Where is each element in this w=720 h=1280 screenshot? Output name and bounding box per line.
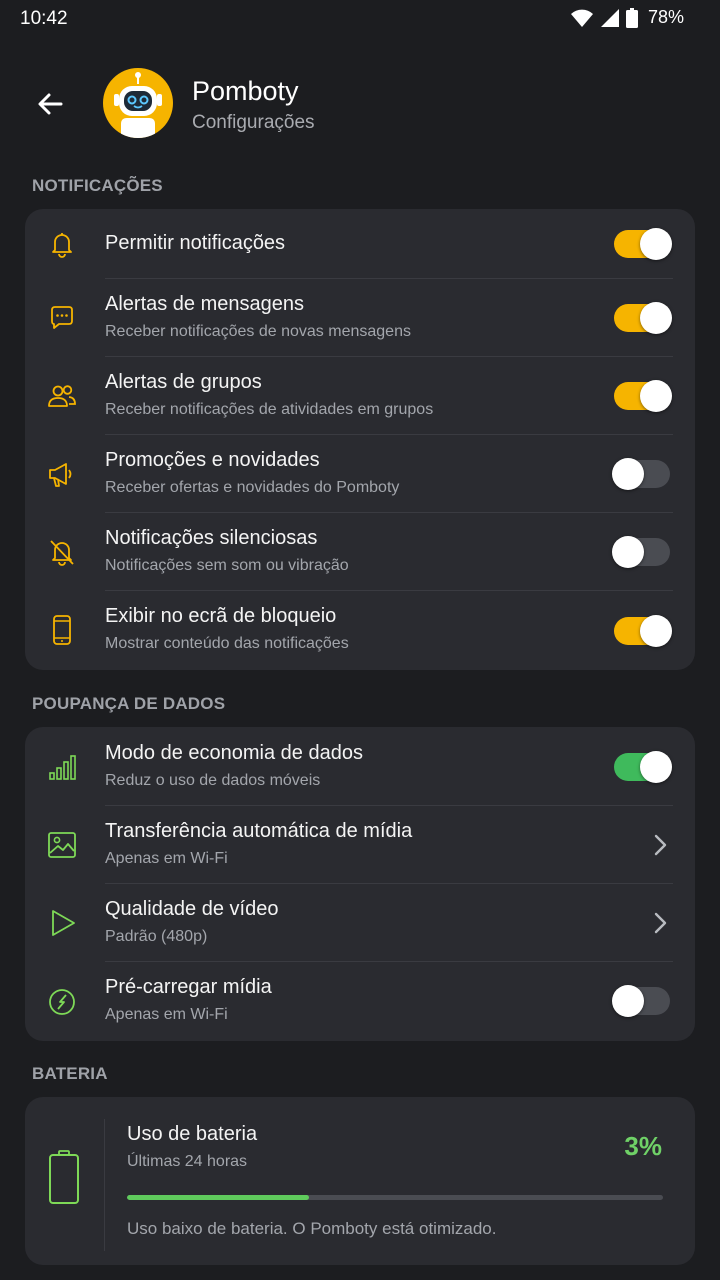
- setting-row-allow-notifications[interactable]: Permitir notificações: [25, 209, 695, 279]
- setting-row-lock-screen[interactable]: Exibir no ecrã de bloqueio Mostrar conte…: [25, 591, 695, 670]
- toggle-knob: [640, 615, 672, 647]
- section-heading-notifications: NOTIFICAÇÕES: [32, 176, 163, 195]
- toggle-knob: [640, 380, 672, 412]
- setting-row-preload-media[interactable]: Pré-carregar mídia Apenas em Wi-Fi: [25, 962, 695, 1041]
- setting-row-auto-download[interactable]: Transferência automática de mídia Apenas…: [25, 806, 695, 884]
- setting-row-silent-notifications[interactable]: Notificações silenciosas Notificações se…: [25, 513, 695, 591]
- setting-subtitle: Receber notificações de atividades em gr…: [105, 401, 434, 418]
- setting-title: Qualidade de vídeo: [105, 898, 279, 920]
- back-button[interactable]: [28, 82, 72, 126]
- battery-usage-title: Uso de bateria: [127, 1123, 258, 1145]
- toggle-switch[interactable]: [614, 302, 672, 334]
- status-indicators: 78%: [570, 7, 684, 28]
- setting-title: Alertas de mensagens: [105, 293, 305, 315]
- setting-subtitle: Apenas em Wi-Fi: [105, 1006, 228, 1023]
- setting-title: Alertas de grupos: [105, 371, 262, 393]
- battery-card[interactable]: Uso de bateria Últimas 24 horas 3% Uso b…: [25, 1097, 695, 1265]
- cell-signal-icon: [600, 8, 619, 27]
- data-saver-card: Modo de economia de dados Reduz o uso de…: [25, 727, 695, 1041]
- setting-subtitle: Notificações sem som ou vibração: [105, 557, 349, 574]
- setting-row-message-alerts[interactable]: Alertas de mensagens Receber notificaçõe…: [25, 279, 695, 357]
- battery-usage-bar: [127, 1195, 663, 1200]
- setting-subtitle: Receber notificações de novas mensagens: [105, 323, 411, 340]
- bell-off-icon: [45, 535, 79, 569]
- setting-subtitle: Reduz o uso de dados móveis: [105, 772, 321, 789]
- bell-icon: [45, 227, 79, 261]
- battery-usage-note: Uso baixo de bateria. O Pomboty está oti…: [127, 1219, 497, 1238]
- toggle-switch[interactable]: [614, 751, 672, 783]
- app-subtitle: Configurações: [192, 112, 315, 133]
- toggle-knob: [612, 985, 644, 1017]
- toggle-knob: [640, 228, 672, 260]
- toggle-switch[interactable]: [612, 985, 670, 1017]
- megaphone-icon: [45, 457, 79, 491]
- robot-mascot-icon: [114, 72, 162, 138]
- chat-bubble-icon: [45, 301, 79, 335]
- chevron-right-icon[interactable]: [647, 910, 673, 936]
- app-header: Pomboty Configurações: [0, 60, 720, 150]
- setting-title: Modo de economia de dados: [105, 742, 363, 764]
- play-icon: [45, 906, 79, 940]
- setting-title: Pré-carregar mídia: [105, 976, 272, 998]
- setting-row-group-alerts[interactable]: Alertas de grupos Receber notificações d…: [25, 357, 695, 435]
- phone-icon: [45, 613, 79, 647]
- battery-percent-status: 78%: [647, 7, 684, 27]
- toggle-knob: [640, 751, 672, 783]
- section-heading-battery: BATERIA: [32, 1064, 108, 1083]
- app-title: Pomboty: [192, 76, 299, 106]
- setting-title: Promoções e novidades: [105, 449, 320, 471]
- wifi-icon: [570, 9, 593, 27]
- battery-usage-bar-fill: [127, 1195, 310, 1200]
- section-heading-data-saver: POUPANÇA DE DADOS: [32, 694, 226, 713]
- chevron-right-icon[interactable]: [647, 832, 673, 858]
- signal-bars-icon: [45, 751, 79, 785]
- setting-title: Transferência automática de mídia: [105, 820, 413, 842]
- setting-row-data-saver-mode[interactable]: Modo de economia de dados Reduz o uso de…: [25, 727, 695, 806]
- battery-status-icon: [625, 7, 638, 28]
- image-icon: [45, 828, 79, 862]
- divider: [104, 1119, 105, 1251]
- setting-title: Exibir no ecrã de bloqueio: [105, 605, 337, 627]
- toggle-switch[interactable]: [612, 458, 670, 490]
- toggle-knob: [612, 458, 644, 490]
- setting-title: Notificações silenciosas: [105, 527, 318, 549]
- setting-row-promotions[interactable]: Promoções e novidades Receber ofertas e …: [25, 435, 695, 513]
- battery-usage-percent: 3%: [624, 1131, 662, 1161]
- status-bar: 10:42 78%: [0, 0, 720, 38]
- avatar: [103, 68, 173, 138]
- setting-subtitle: Mostrar conteúdo das notificações: [105, 635, 349, 652]
- setting-subtitle: Apenas em Wi-Fi: [105, 850, 228, 867]
- setting-subtitle: Padrão (480p): [105, 928, 208, 945]
- battery-usage-period: Últimas 24 horas: [127, 1153, 248, 1170]
- toggle-switch[interactable]: [614, 615, 672, 647]
- toggle-switch[interactable]: [612, 536, 670, 568]
- group-icon: [45, 379, 79, 413]
- arrow-left-icon: [38, 93, 63, 115]
- setting-subtitle: Receber ofertas e novidades do Pomboty: [105, 479, 400, 496]
- setting-row-video-quality[interactable]: Qualidade de vídeo Padrão (480p): [25, 884, 695, 962]
- notifications-card: Permitir notificações Alertas de mensage…: [25, 209, 695, 670]
- preload-icon: [45, 984, 79, 1018]
- setting-title: Permitir notificações: [105, 232, 286, 254]
- battery-icon: [47, 1149, 81, 1210]
- toggle-switch[interactable]: [614, 380, 672, 412]
- status-time: 10:42: [20, 8, 68, 29]
- toggle-switch[interactable]: [614, 228, 672, 260]
- toggle-knob: [640, 302, 672, 334]
- toggle-knob: [612, 536, 644, 568]
